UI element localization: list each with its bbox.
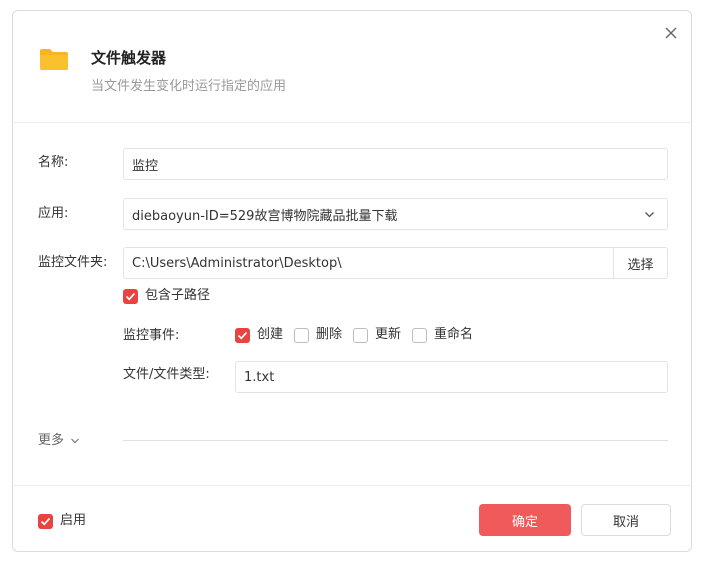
cancel-button[interactable]: 取消 bbox=[581, 504, 671, 536]
footer-divider bbox=[13, 485, 691, 486]
chevron-down-icon bbox=[645, 212, 654, 218]
file-trigger-dialog: 文件触发器 当文件发生变化时运行指定的应用 名称: 监控 应用: diebaoy… bbox=[12, 10, 692, 552]
more-label: 更多 bbox=[38, 433, 65, 448]
name-label: 名称: bbox=[38, 155, 69, 170]
app-label: 应用: bbox=[38, 206, 69, 221]
event-delete-label: 删除 bbox=[316, 327, 343, 342]
app-select[interactable]: diebaoyun-ID=529故宫博物院藏品批量下载 bbox=[123, 198, 668, 230]
more-divider bbox=[123, 440, 668, 441]
event-update-checkbox[interactable] bbox=[353, 328, 368, 343]
event-rename-checkbox[interactable] bbox=[412, 328, 427, 343]
check-icon bbox=[40, 517, 51, 526]
dialog-title: 文件触发器 bbox=[91, 49, 167, 67]
more-toggle[interactable]: 更多 bbox=[38, 432, 80, 450]
header-divider bbox=[13, 122, 691, 123]
name-input[interactable]: 监控 bbox=[123, 148, 668, 180]
folder-path-value: C:\Users\Administrator\Desktop\ bbox=[132, 255, 342, 271]
event-create-label: 创建 bbox=[257, 327, 284, 342]
include-subpaths-checkbox[interactable] bbox=[123, 289, 138, 304]
check-icon bbox=[125, 292, 136, 301]
close-button[interactable] bbox=[661, 23, 681, 43]
event-create-checkbox[interactable] bbox=[235, 328, 250, 343]
events-label: 监控事件: bbox=[123, 328, 180, 343]
file-type-value: 1.txt bbox=[244, 369, 275, 385]
include-subpaths-label: 包含子路径 bbox=[145, 288, 211, 303]
confirm-button[interactable]: 确定 bbox=[479, 504, 571, 536]
name-input-value: 监控 bbox=[132, 158, 159, 174]
dialog-subtitle: 当文件发生变化时运行指定的应用 bbox=[91, 79, 287, 94]
close-icon bbox=[665, 27, 677, 39]
app-select-value: diebaoyun-ID=529故宫博物院藏品批量下载 bbox=[132, 208, 398, 224]
folder-icon bbox=[40, 49, 68, 70]
folder-path-input[interactable]: C:\Users\Administrator\Desktop\ bbox=[123, 247, 614, 279]
check-icon bbox=[237, 331, 248, 340]
file-type-input[interactable]: 1.txt bbox=[235, 361, 668, 393]
choose-folder-button[interactable]: 选择 bbox=[614, 247, 668, 279]
folder-label: 监控文件夹: bbox=[38, 255, 108, 270]
event-rename-label: 重命名 bbox=[434, 327, 474, 342]
file-type-label: 文件/文件类型: bbox=[123, 367, 210, 382]
enable-label: 启用 bbox=[60, 513, 87, 528]
event-update-label: 更新 bbox=[375, 327, 402, 342]
enable-checkbox[interactable] bbox=[38, 514, 53, 529]
chevron-down-icon bbox=[71, 438, 79, 444]
event-delete-checkbox[interactable] bbox=[294, 328, 309, 343]
